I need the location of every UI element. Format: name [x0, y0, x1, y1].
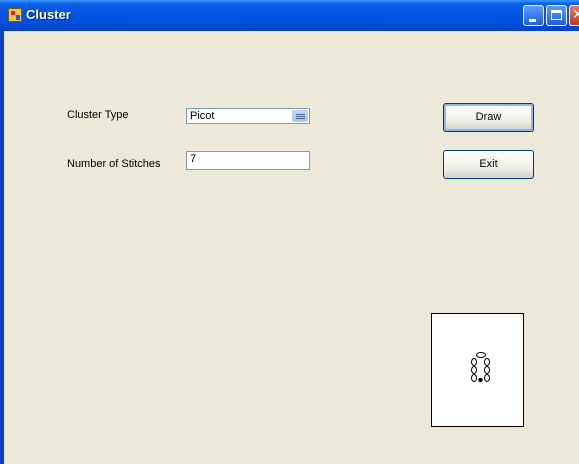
- stitch-mark: [471, 366, 477, 374]
- app-icon[interactable]: [8, 8, 22, 22]
- close-button[interactable]: ✕: [569, 5, 579, 26]
- stitches-input[interactable]: 7: [186, 151, 310, 170]
- stitch-mark: [484, 358, 490, 366]
- stitch-mark: [484, 366, 490, 374]
- cluster-preview: [431, 313, 524, 427]
- stitch-mark: [476, 352, 486, 358]
- base-dot: [478, 377, 483, 383]
- maximize-button[interactable]: [546, 5, 567, 26]
- stitch-mark: [471, 358, 477, 366]
- draw-button[interactable]: Draw: [443, 103, 534, 132]
- maximize-icon: [551, 10, 562, 20]
- picot-cluster-drawing: [471, 352, 490, 383]
- exit-button[interactable]: Exit: [443, 150, 534, 179]
- close-icon: ✕: [572, 7, 579, 23]
- stitch-mark: [484, 374, 490, 382]
- app-window: Cluster ✕ Cluster Type Picot Number of S…: [0, 0, 579, 464]
- minimize-button[interactable]: [523, 5, 544, 26]
- cluster-type-combobox[interactable]: Picot: [186, 108, 310, 124]
- window-title: Cluster: [26, 7, 71, 22]
- combobox-dropdown-icon[interactable]: [292, 110, 308, 122]
- stitch-mark: [471, 374, 477, 382]
- client-area: Cluster Type Picot Number of Stitches 7 …: [4, 31, 579, 464]
- cluster-type-value: Picot: [190, 110, 215, 122]
- stitches-label: Number of Stitches: [67, 158, 161, 170]
- minimize-icon: [529, 19, 536, 22]
- cluster-type-label: Cluster Type: [67, 109, 129, 121]
- title-bar[interactable]: Cluster ✕: [0, 0, 579, 31]
